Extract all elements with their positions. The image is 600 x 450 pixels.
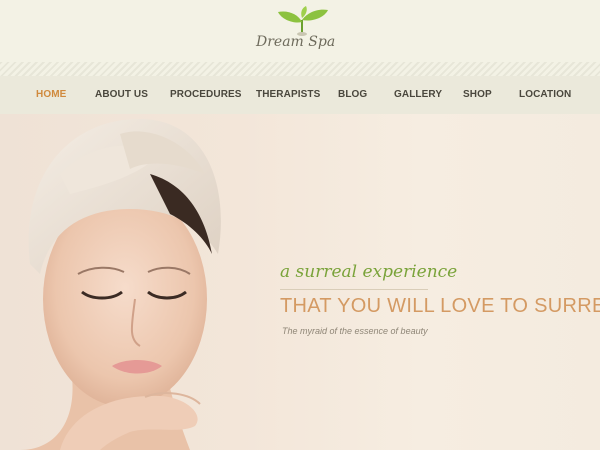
nav-item-shop[interactable]: SHOP <box>463 89 492 100</box>
nav-item-about-us[interactable]: ABOUT US <box>95 89 148 100</box>
hero-headline: THAT YOU WILL LOVE TO SURREND <box>280 295 600 317</box>
nav-item-location[interactable]: LOCATION <box>519 89 571 100</box>
nav-item-procedures[interactable]: PROCEDURES <box>170 89 242 100</box>
tagline-divider <box>280 289 428 290</box>
header-divider <box>0 62 600 76</box>
logo-text: Dream Spa <box>256 34 356 50</box>
logo-text-spa: Spa <box>308 34 336 50</box>
hero-banner: a surreal experience THAT YOU WILL LOVE … <box>0 114 600 450</box>
nav-item-home[interactable]: HOME <box>36 89 66 100</box>
hero-woman-image <box>20 119 221 450</box>
site-header: Dream Spa <box>0 0 600 62</box>
hero-subline: The myraid of the essence of beauty <box>282 326 428 336</box>
nav-item-blog[interactable]: BLOG <box>338 89 367 100</box>
logo-text-dream: Dream <box>256 34 304 50</box>
leaf-icon <box>278 6 328 36</box>
hero-tagline: a surreal experience <box>280 262 458 282</box>
nav-item-gallery[interactable]: GALLERY <box>394 89 442 100</box>
nav-item-therapists[interactable]: THERAPISTS <box>256 89 320 100</box>
main-nav: HOME ABOUT US PROCEDURES THERAPISTS BLOG… <box>0 76 600 114</box>
dream-spa-logo[interactable]: Dream Spa <box>252 6 352 58</box>
